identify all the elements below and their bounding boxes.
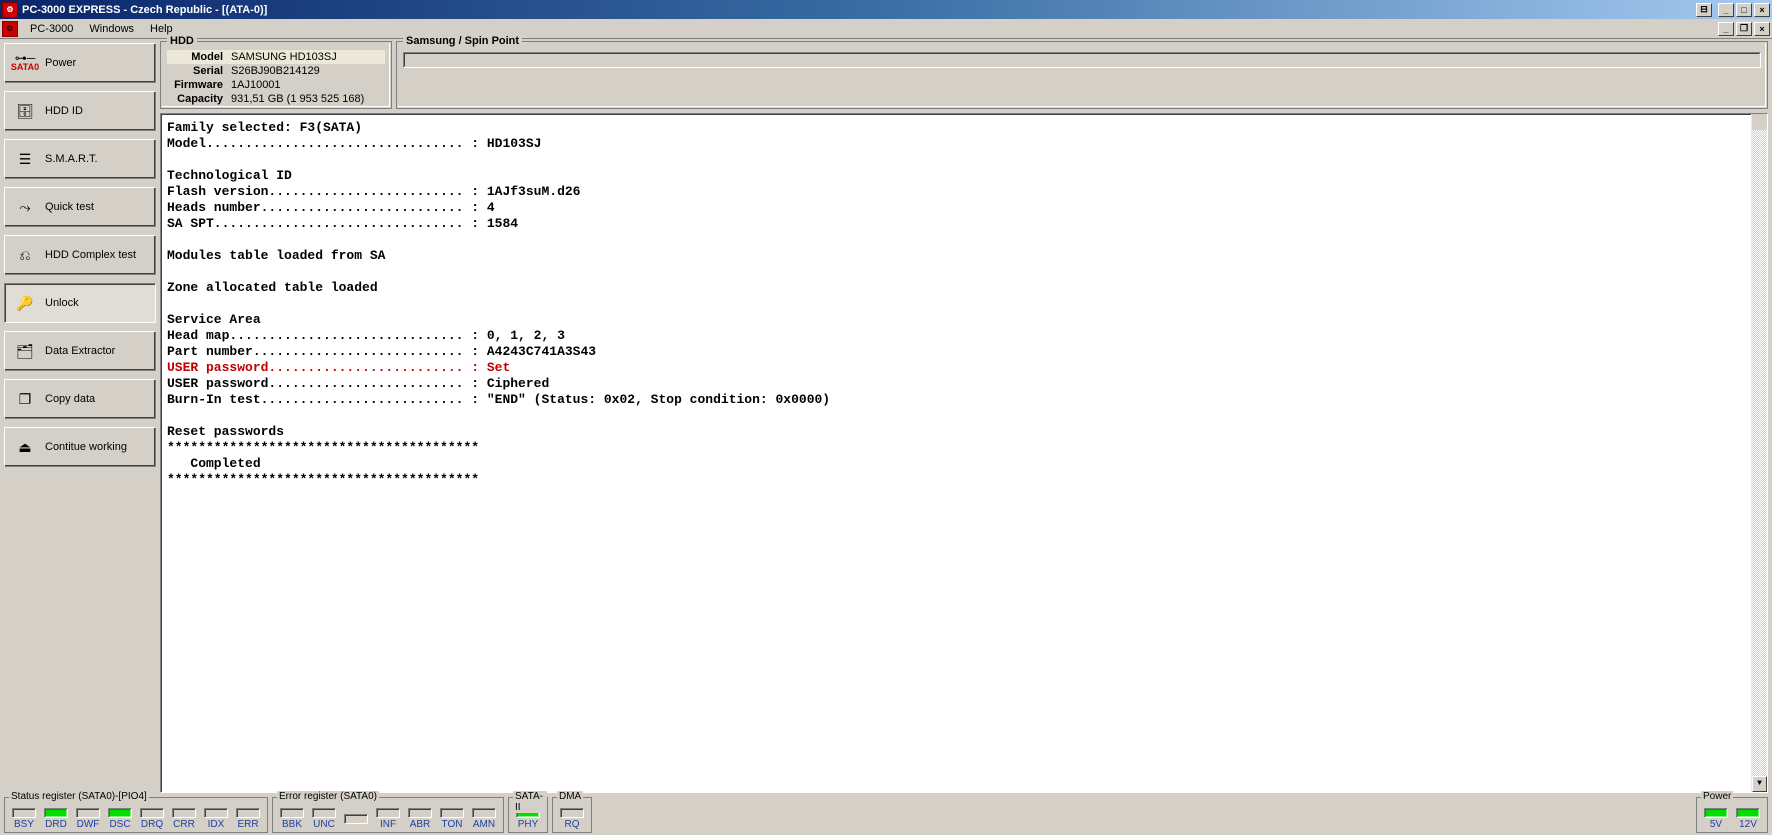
hdd-id-icon: 🗄 bbox=[13, 101, 37, 121]
mdi-close-button[interactable]: × bbox=[1754, 22, 1770, 36]
hdd-id-label: HDD ID bbox=[45, 105, 83, 117]
mdi-app-icon: ⚙ bbox=[2, 21, 18, 37]
unlock-button[interactable]: 🔑 Unlock bbox=[4, 283, 156, 323]
window-title: PC-3000 EXPRESS - Czech Republic - [(ATA… bbox=[22, 4, 267, 16]
complex-test-label: HDD Complex test bbox=[45, 249, 136, 261]
restore-down-icon[interactable]: ⊟ bbox=[1696, 3, 1712, 17]
data-extractor-button[interactable]: 🗂 Data Extractor bbox=[4, 331, 156, 371]
mdi-restore-button[interactable]: ❐ bbox=[1736, 22, 1752, 36]
continue-label: Contitue working bbox=[45, 441, 127, 453]
smart-icon: ☰ bbox=[13, 149, 37, 169]
hdd-info-panel: HDD ModelSAMSUNG HD103SJ SerialS26BJ90B2… bbox=[160, 41, 392, 109]
close-button[interactable]: × bbox=[1754, 3, 1770, 17]
data-extractor-icon: 🗂 bbox=[13, 341, 37, 361]
mdi-minimize-button[interactable]: _ bbox=[1718, 22, 1734, 36]
hdd-firmware: 1AJ10001 bbox=[227, 78, 385, 92]
hdd-id-button[interactable]: 🗄 HDD ID bbox=[4, 91, 156, 131]
vendor-panel: Samsung / Spin Point bbox=[396, 41, 1768, 109]
status-bar: Status register (SATA0)-[PIO4] BSY DRD D… bbox=[0, 795, 1772, 835]
power-icon: ⊶─ SATA0 bbox=[13, 53, 37, 73]
data-extractor-label: Data Extractor bbox=[45, 345, 115, 357]
hdd-capacity: 931,51 GB (1 953 525 168) bbox=[227, 92, 385, 106]
power-label: Power bbox=[45, 57, 76, 69]
hdd-legend: HDD bbox=[167, 35, 197, 47]
quick-test-button[interactable]: ⤳ Quick test bbox=[4, 187, 156, 227]
complex-test-icon: ⎌ bbox=[13, 245, 37, 265]
quick-test-label: Quick test bbox=[45, 201, 94, 213]
power-button[interactable]: ⊶─ SATA0 Power bbox=[4, 43, 156, 83]
progress-bar bbox=[403, 52, 1761, 68]
scrollbar[interactable]: ▲ ▼ bbox=[1751, 114, 1767, 792]
menu-bar: ⚙ PC-3000 Windows Help _ ❐ × bbox=[0, 19, 1772, 39]
continue-icon: ⏏ bbox=[13, 437, 37, 457]
hdd-serial: S26BJ90B214129 bbox=[227, 64, 385, 78]
unlock-label: Unlock bbox=[45, 297, 79, 309]
quick-test-icon: ⤳ bbox=[13, 197, 37, 217]
title-bar: ⚙ PC-3000 EXPRESS - Czech Republic - [(A… bbox=[0, 0, 1772, 19]
continue-working-button[interactable]: ⏏ Contitue working bbox=[4, 427, 156, 467]
menu-windows[interactable]: Windows bbox=[81, 21, 142, 37]
sata-ii-group: SATA-II PHY bbox=[508, 797, 548, 833]
sidebar: ⊶─ SATA0 Power 🗄 HDD ID ☰ S.M.A.R.T. ⤳ Q… bbox=[0, 39, 160, 795]
log-console[interactable]: Family selected: F3(SATA) Model.........… bbox=[160, 113, 1768, 793]
copy-data-label: Copy data bbox=[45, 393, 95, 405]
app-icon: ⚙ bbox=[2, 2, 18, 18]
complex-test-button[interactable]: ⎌ HDD Complex test bbox=[4, 235, 156, 275]
error-register-group: Error register (SATA0) BBK UNC INF ABR T… bbox=[272, 797, 504, 833]
hdd-model: SAMSUNG HD103SJ bbox=[227, 50, 385, 64]
smart-label: S.M.A.R.T. bbox=[45, 153, 98, 165]
power-group: Power 5V 12V bbox=[1696, 797, 1768, 833]
copy-data-button[interactable]: ❐ Copy data bbox=[4, 379, 156, 419]
unlock-icon: 🔑 bbox=[13, 293, 37, 313]
maximize-button[interactable]: □ bbox=[1736, 3, 1752, 17]
status-register-group: Status register (SATA0)-[PIO4] BSY DRD D… bbox=[4, 797, 268, 833]
dma-group: DMA RQ bbox=[552, 797, 592, 833]
scroll-down-icon[interactable]: ▼ bbox=[1752, 776, 1767, 792]
vendor-legend: Samsung / Spin Point bbox=[403, 35, 522, 47]
copy-data-icon: ❐ bbox=[13, 389, 37, 409]
minimize-button[interactable]: _ bbox=[1718, 3, 1734, 17]
smart-button[interactable]: ☰ S.M.A.R.T. bbox=[4, 139, 156, 179]
menu-pc3000[interactable]: PC-3000 bbox=[22, 21, 81, 37]
